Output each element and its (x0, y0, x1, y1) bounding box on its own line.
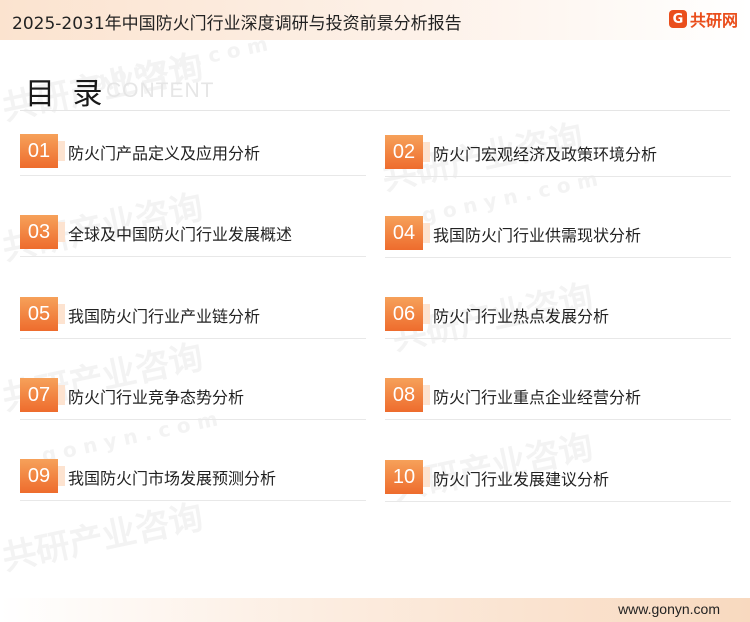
toc-item-06[interactable]: 06 防火门行业热点发展分析 (385, 283, 731, 339)
toc-label: 防火门行业重点企业经营分析 (433, 388, 642, 407)
toc-item-01[interactable]: 01 防火门产品定义及应用分析 (20, 120, 366, 176)
page-title: 目 录 (25, 77, 107, 112)
toc-divider (20, 419, 366, 420)
toc-item-03[interactable]: 03 全球及中国防火门行业发展概述 (20, 201, 366, 257)
toc-number: 03 (20, 215, 65, 249)
toc-label: 我国防火门行业供需现状分析 (433, 226, 642, 245)
toc-number: 07 (20, 378, 65, 412)
toc-number: 08 (385, 378, 430, 412)
toc-label: 防火门行业发展建议分析 (433, 470, 610, 489)
toc-item-07[interactable]: 07 防火门行业竞争态势分析 (20, 364, 366, 420)
toc-item-05[interactable]: 05 我国防火门行业产业链分析 (20, 283, 366, 339)
brand-name: 共研网 (689, 11, 738, 30)
brand-logo-icon: G (668, 10, 687, 28)
toc-number: 09 (20, 459, 65, 493)
toc-divider (20, 338, 366, 339)
toc-item-02[interactable]: 02 防火门宏观经济及政策环境分析 (385, 121, 731, 177)
toc-label: 防火门宏观经济及政策环境分析 (433, 145, 658, 164)
toc-divider (385, 257, 731, 258)
toc-number: 06 (385, 297, 430, 331)
toc-number: 02 (385, 135, 430, 169)
footer-url-link[interactable]: www.gonyn.com (618, 601, 720, 617)
toc-label: 防火门产品定义及应用分析 (68, 144, 261, 163)
toc-number: 04 (385, 216, 430, 250)
toc-item-04[interactable]: 04 我国防火门行业供需现状分析 (385, 202, 731, 258)
toc-divider (20, 500, 366, 501)
toc-number: 05 (20, 297, 65, 331)
title-divider (20, 110, 730, 111)
brand-logo[interactable]: G 共研网 (668, 8, 738, 30)
toc-label: 我国防火门市场发展预测分析 (68, 469, 277, 488)
toc-label: 我国防火门行业产业链分析 (68, 307, 261, 326)
watermark-text: 共研产业咨询 (0, 497, 207, 579)
toc-divider (385, 501, 731, 502)
toc-divider (20, 175, 366, 176)
footer-bar: www.gonyn.com (0, 598, 750, 622)
toc-item-10[interactable]: 10 防火门行业发展建议分析 (385, 446, 731, 502)
header-bar: 2025-2031年中国防火门行业深度调研与投资前景分析报告 G 共研网 (0, 0, 750, 40)
toc-divider (385, 338, 731, 339)
toc-item-08[interactable]: 08 防火门行业重点企业经营分析 (385, 364, 731, 420)
toc-label: 全球及中国防火门行业发展概述 (68, 225, 293, 244)
toc-divider (385, 176, 731, 177)
toc-divider (385, 419, 731, 420)
toc-number: 10 (385, 460, 430, 494)
toc-label: 防火门行业竞争态势分析 (68, 388, 245, 407)
toc-item-09[interactable]: 09 我国防火门市场发展预测分析 (20, 445, 366, 501)
toc-label: 防火门行业热点发展分析 (433, 307, 610, 326)
report-title: 2025-2031年中国防火门行业深度调研与投资前景分析报告 (12, 14, 462, 34)
toc-number: 01 (20, 134, 65, 168)
page-subtitle: CONTENT (106, 79, 215, 102)
toc-divider (20, 256, 366, 257)
